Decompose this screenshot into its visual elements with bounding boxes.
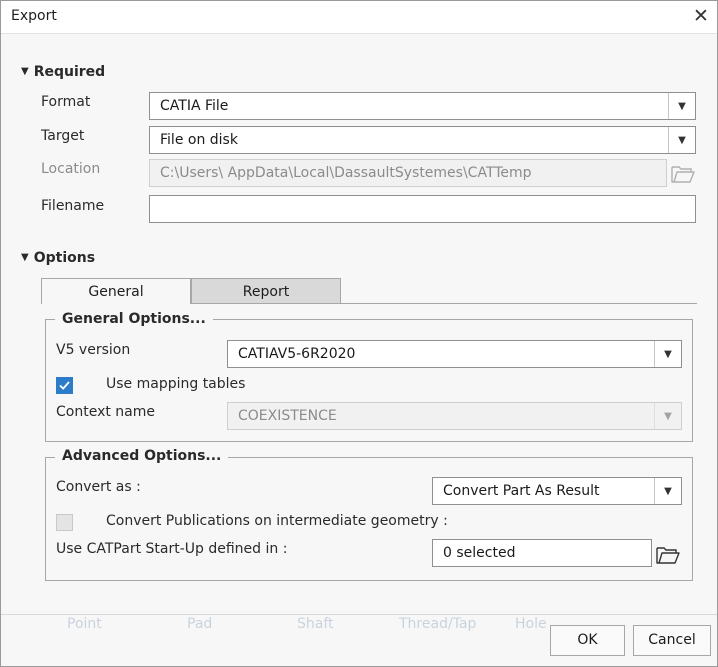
- startup-field[interactable]: 0 selected: [432, 539, 652, 567]
- tab-report[interactable]: Report: [191, 278, 341, 304]
- convert-as-combo[interactable]: Convert Part As Result ▼: [432, 477, 682, 505]
- startup-label: Use CATPart Start-Up defined in :: [56, 541, 288, 557]
- bg-label-pad: Pad: [187, 616, 213, 632]
- bg-label-point: Point: [67, 616, 102, 632]
- location-label: Location: [41, 161, 101, 177]
- filename-input[interactable]: [149, 195, 696, 223]
- convert-publications-label: Convert Publications on intermediate geo…: [106, 513, 448, 529]
- options-section-header[interactable]: ▼ Options: [21, 250, 95, 266]
- use-mapping-tables-checkbox[interactable]: [56, 377, 73, 394]
- chevron-down-icon: ▼: [654, 403, 681, 429]
- filename-label: Filename: [41, 198, 105, 214]
- v5-version-label: V5 version: [56, 342, 131, 358]
- chevron-down-icon[interactable]: ▼: [654, 341, 681, 367]
- cancel-button[interactable]: Cancel: [633, 625, 711, 656]
- location-value: C:\Users\ AppData\Local\DassaultSystemes…: [160, 165, 532, 181]
- context-name-value: COEXISTENCE: [238, 408, 337, 424]
- checkmark-icon: [59, 381, 70, 390]
- collapse-triangle-icon: ▼: [21, 66, 29, 77]
- format-label: Format: [41, 94, 91, 110]
- location-field: C:\Users\ AppData\Local\DassaultSystemes…: [149, 159, 667, 187]
- convert-as-value: Convert Part As Result: [443, 483, 600, 499]
- advanced-options-title: Advanced Options...: [55, 448, 229, 464]
- context-name-combo: COEXISTENCE ▼: [227, 402, 682, 430]
- startup-value: 0 selected: [443, 545, 516, 561]
- context-name-label: Context name: [56, 404, 155, 420]
- target-label: Target: [41, 128, 85, 144]
- bg-label-hole: Hole: [515, 616, 547, 632]
- chevron-down-icon[interactable]: ▼: [668, 127, 695, 153]
- convert-publications-checkbox[interactable]: [56, 514, 73, 531]
- title-bar: Export ✕: [1, 1, 717, 34]
- target-combo[interactable]: File on disk ▼: [149, 126, 696, 154]
- format-combo[interactable]: CATIA File ▼: [149, 92, 696, 120]
- dialog-title: Export: [11, 8, 57, 24]
- tab-general[interactable]: General: [41, 278, 191, 304]
- v5-version-combo[interactable]: CATIAV5-6R2020 ▼: [227, 340, 682, 368]
- folder-open-icon: [671, 166, 695, 183]
- target-value: File on disk: [160, 132, 238, 148]
- chevron-down-icon[interactable]: ▼: [668, 93, 695, 119]
- chevron-down-icon[interactable]: ▼: [654, 478, 681, 504]
- format-value: CATIA File: [160, 98, 229, 114]
- collapse-triangle-icon: ▼: [21, 252, 29, 263]
- required-section-header[interactable]: ▼ Required: [21, 64, 105, 80]
- v5-version-value: CATIAV5-6R2020: [238, 346, 356, 362]
- close-icon[interactable]: ✕: [689, 4, 713, 28]
- general-options-title: General Options...: [55, 311, 213, 327]
- bg-label-shaft: Shaft: [297, 616, 334, 632]
- use-mapping-tables-label: Use mapping tables: [106, 376, 246, 392]
- convert-as-label: Convert as :: [56, 479, 141, 495]
- folder-open-icon[interactable]: [655, 544, 681, 566]
- ok-button[interactable]: OK: [550, 625, 625, 656]
- bg-label-thread-tap: Thread/Tap: [399, 616, 477, 632]
- export-dialog: Export ✕ ▼ Required Format CATIA File ▼ T…: [0, 0, 718, 667]
